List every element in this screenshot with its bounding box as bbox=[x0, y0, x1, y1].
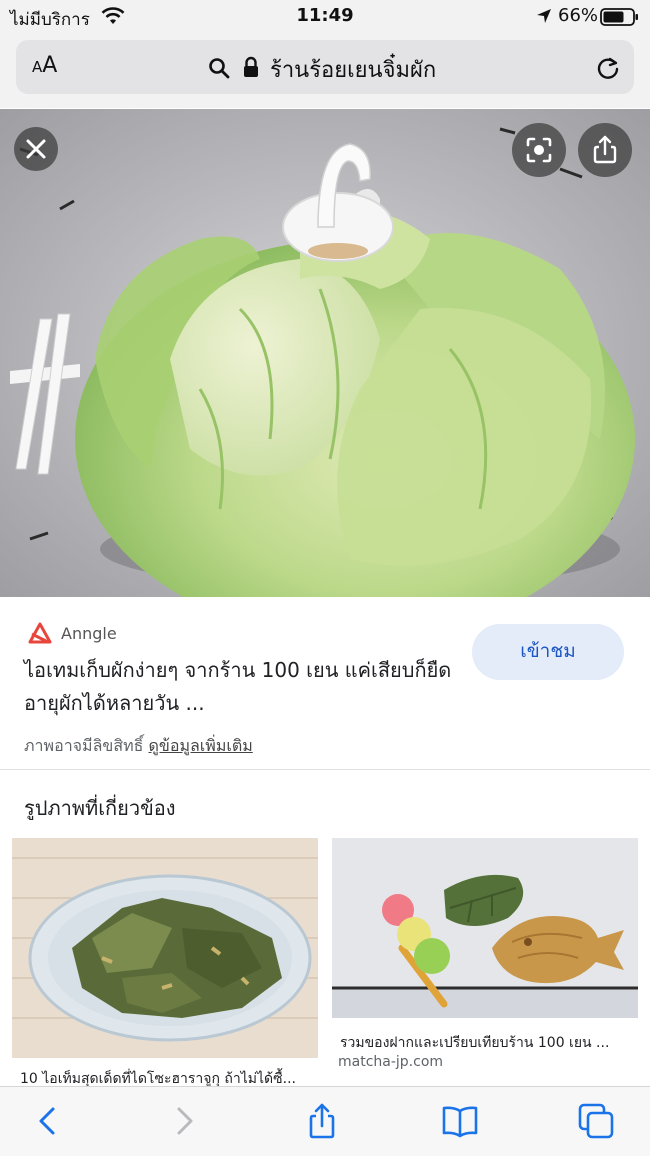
copyright-text: ภาพอาจมีลิขสิทธิ์ bbox=[24, 736, 144, 755]
chevron-left-icon[interactable] bbox=[28, 1101, 68, 1141]
source-logo-icon bbox=[28, 622, 52, 644]
related-caption: รวมของฝากและเปรียบเทียบร้าน 100 เยน ... bbox=[340, 1035, 610, 1051]
related-source: matcha-jp.com bbox=[338, 1054, 444, 1070]
chevron-right-icon[interactable] bbox=[164, 1101, 204, 1141]
visit-button[interactable]: เข้าชม bbox=[472, 624, 624, 680]
related-item[interactable]: รวมของฝากและเปรียบเทียบร้าน 100 เยน ... … bbox=[332, 838, 638, 1088]
reload-icon[interactable] bbox=[594, 54, 622, 82]
browser-address-area: AA ร้านร้อยเยนจิ๋มผัก bbox=[0, 36, 650, 108]
visual-search-button[interactable] bbox=[512, 123, 566, 177]
battery-percent: 66% bbox=[558, 5, 599, 26]
divider bbox=[0, 769, 650, 770]
related-thumbnail-seaweed bbox=[12, 838, 318, 1058]
tabs-icon[interactable] bbox=[576, 1101, 616, 1141]
browser-toolbar bbox=[0, 1086, 650, 1156]
visual-search-icon bbox=[526, 137, 552, 163]
address-bar[interactable]: AA ร้านร้อยเยนจิ๋มผัก bbox=[16, 40, 634, 94]
lock-icon bbox=[244, 56, 258, 77]
related-heading: รูปภาพที่เกี่ยวข้อง bbox=[24, 796, 176, 820]
address-text[interactable]: ร้านร้อยเยนจิ๋มผัก bbox=[270, 52, 436, 87]
related-caption: 10 ไอเท็มสุดเด็ดที่ไดโซะฮาราจูกุ ถ้าไม่ไ… bbox=[20, 1071, 296, 1087]
clock: 11:49 bbox=[296, 5, 354, 26]
status-bar: ไม่มีบริการ 11:49 66% bbox=[0, 0, 650, 36]
close-icon bbox=[26, 139, 46, 159]
location-arrow-icon bbox=[537, 9, 551, 23]
related-thumbnail-sweets bbox=[332, 838, 638, 1018]
lettuce-photo bbox=[0, 109, 650, 597]
text-size-button[interactable]: AA bbox=[32, 53, 57, 78]
close-button[interactable] bbox=[14, 127, 58, 171]
share-image-button[interactable] bbox=[578, 123, 632, 177]
source-name[interactable]: Anngle bbox=[61, 624, 117, 643]
share-icon bbox=[593, 135, 617, 164]
battery-icon bbox=[600, 8, 638, 26]
hero-image[interactable] bbox=[0, 109, 650, 597]
result-title[interactable]: ไอเทมเก็บผักง่ายๆ จากร้าน 100 เยน แค่เสี… bbox=[24, 654, 464, 720]
more-info-link[interactable]: ดูข้อมูลเพิ่มเติม bbox=[149, 736, 253, 755]
search-icon bbox=[209, 58, 230, 79]
book-icon[interactable] bbox=[440, 1101, 480, 1141]
related-item[interactable]: 10 ไอเท็มสุดเด็ดที่ไดโซะฮาราจูกุ ถ้าไม่ไ… bbox=[12, 838, 318, 1088]
share-icon[interactable] bbox=[302, 1101, 342, 1141]
copyright-note: ภาพอาจมีลิขสิทธิ์ ดูข้อมูลเพิ่มเติม bbox=[24, 734, 253, 759]
